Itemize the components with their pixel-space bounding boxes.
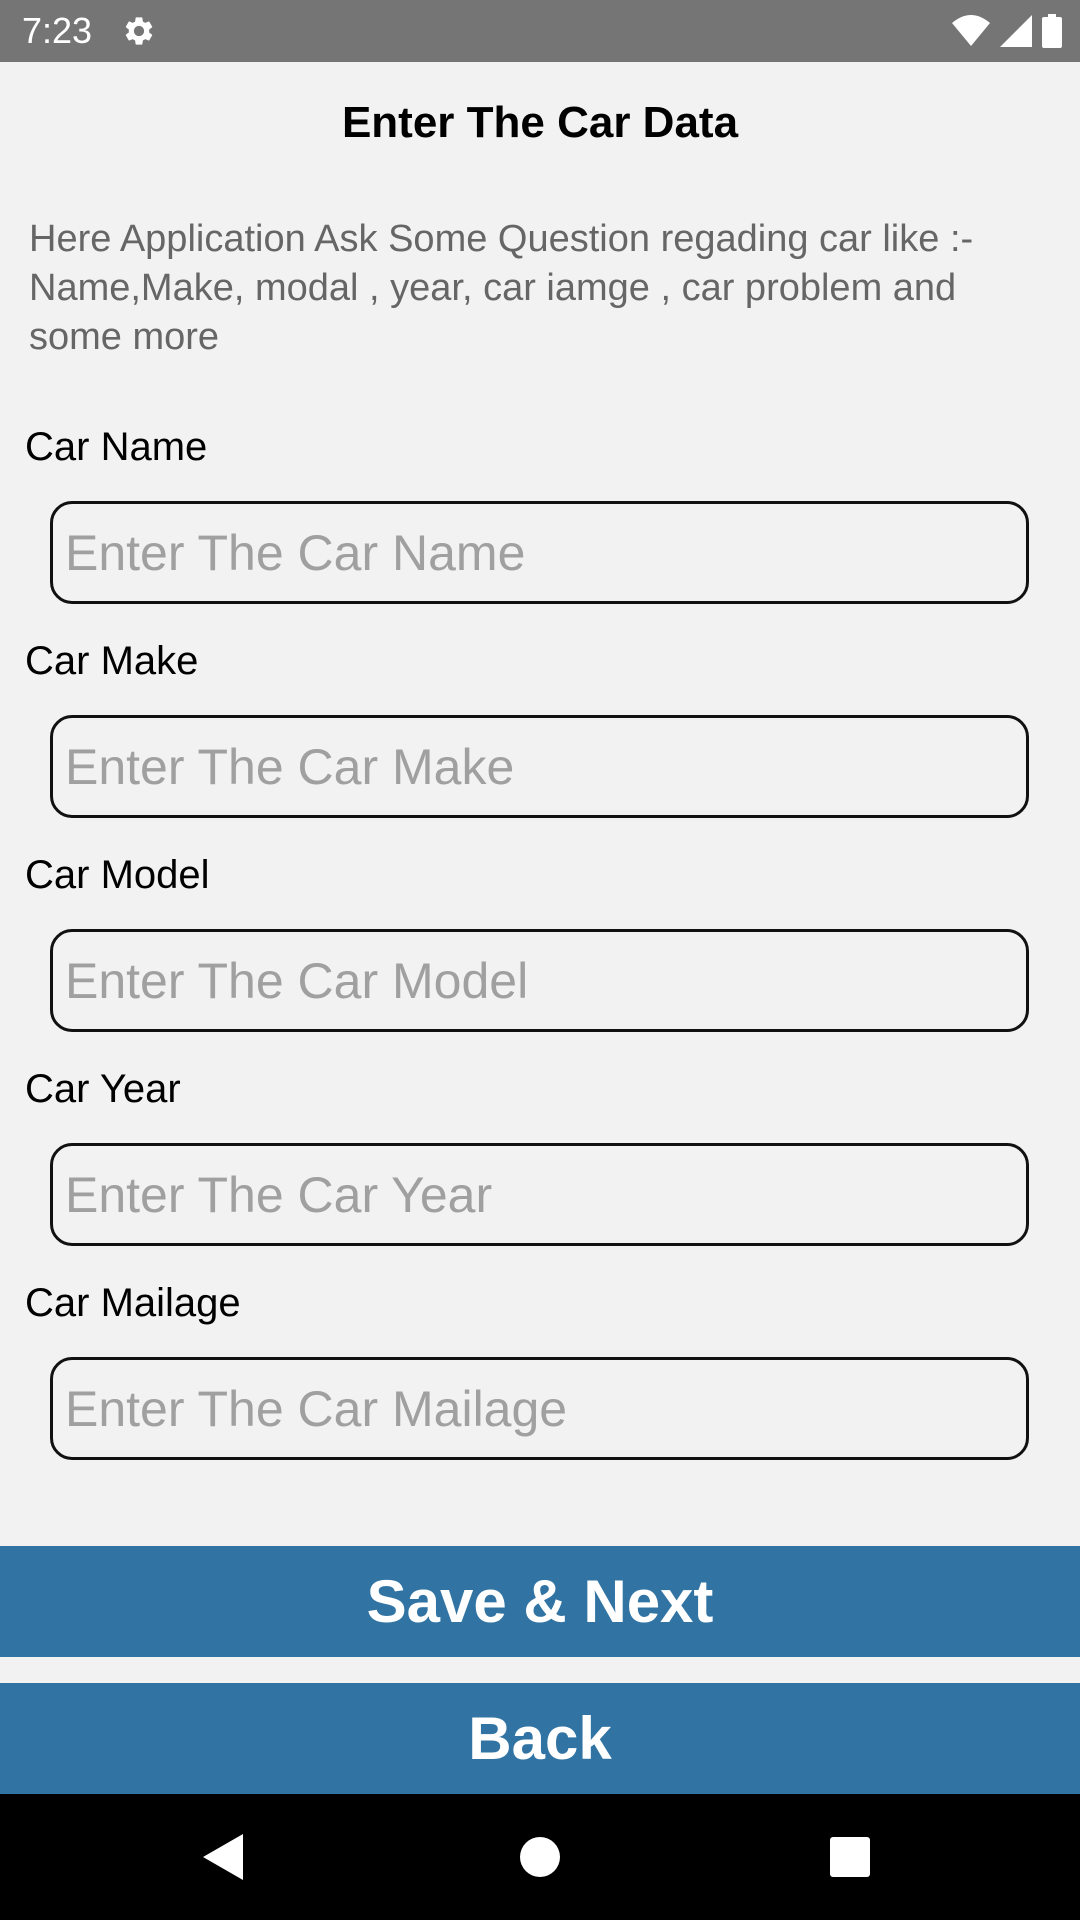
car-year-label: Car Year xyxy=(25,1067,181,1111)
screen: 7:23 Enter The Car Data Here Application… xyxy=(0,0,1080,1920)
car-name-input[interactable] xyxy=(50,501,1029,604)
home-circle-icon[interactable] xyxy=(505,1822,575,1892)
save-next-button[interactable]: Save & Next xyxy=(0,1546,1080,1657)
car-make-label: Car Make xyxy=(25,639,199,683)
status-time: 7:23 xyxy=(22,10,93,51)
status-icons xyxy=(952,14,1062,48)
car-mailage-input[interactable] xyxy=(50,1357,1029,1460)
car-name-label: Car Name xyxy=(25,425,208,469)
gear-icon xyxy=(122,14,156,48)
back-button[interactable]: Back xyxy=(0,1683,1080,1794)
car-mailage-label: Car Mailage xyxy=(25,1281,241,1325)
signal-icon xyxy=(1000,15,1032,47)
system-nav-bar xyxy=(0,1794,1080,1920)
recents-square-icon[interactable] xyxy=(815,1822,885,1892)
car-model-label: Car Model xyxy=(25,853,210,897)
status-bar: 7:23 xyxy=(0,0,1080,62)
car-year-input[interactable] xyxy=(50,1143,1029,1246)
battery-icon xyxy=(1042,14,1062,48)
page-title: Enter The Car Data xyxy=(341,98,739,147)
car-model-input[interactable] xyxy=(50,929,1029,1032)
car-make-input[interactable] xyxy=(50,715,1029,818)
page-description: Here Application Ask Some Question regad… xyxy=(29,218,974,358)
back-triangle-icon[interactable] xyxy=(190,1822,260,1892)
wifi-icon xyxy=(952,15,990,47)
